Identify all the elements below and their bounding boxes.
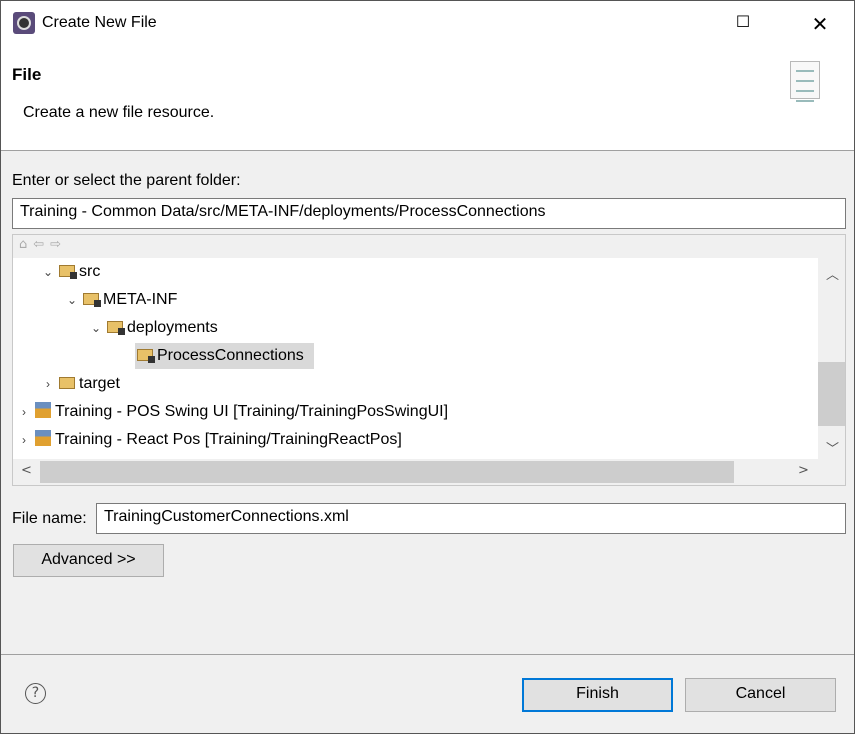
source-folder-icon: [59, 265, 77, 279]
chevron-right-icon[interactable]: ›: [15, 399, 33, 425]
eclipse-app-icon: [13, 12, 35, 34]
maven-project-icon: [35, 402, 51, 418]
folder-tree[interactable]: ⌂⇦⇨ ⌄ src ⌄ META-INF ⌄ deployments ProcessC…: [12, 234, 846, 486]
tree-item-pos-swing-ui[interactable]: › Training - POS Swing UI [Training/Train…: [15, 399, 448, 425]
folder-icon: [107, 321, 125, 335]
scroll-right-icon[interactable]: >: [798, 463, 809, 478]
tree-item-target[interactable]: › target: [39, 371, 120, 397]
parent-folder-input[interactable]: Training - Common Data/src/META-INF/depl…: [12, 198, 846, 229]
scroll-up-icon[interactable]: ︿: [826, 264, 839, 283]
help-icon[interactable]: ?: [25, 683, 46, 704]
home-icon[interactable]: ⌂: [19, 237, 33, 252]
tree-toolbar: ⌂⇦⇨: [13, 235, 845, 258]
tree-item-processconnections[interactable]: ProcessConnections: [135, 343, 314, 369]
horizontal-scrollbar[interactable]: < >: [13, 459, 845, 485]
file-wizard-icon: [790, 61, 820, 102]
advanced-button[interactable]: Advanced >>: [13, 544, 164, 577]
page-title: File: [12, 65, 42, 84]
vertical-scroll-thumb[interactable]: [818, 362, 845, 426]
divider: [1, 654, 854, 655]
close-button[interactable]: ✕: [805, 9, 835, 39]
back-icon[interactable]: ⇦: [33, 237, 50, 252]
vertical-scrollbar[interactable]: ︿ ﹀: [818, 258, 845, 459]
forward-icon[interactable]: ⇨: [50, 237, 67, 252]
file-name-input[interactable]: TrainingCustomerConnections.xml: [96, 503, 846, 534]
chevron-right-icon[interactable]: ›: [15, 427, 33, 453]
page-description: Create a new file resource.: [23, 104, 215, 121]
tree-item-src[interactable]: ⌄ src: [39, 259, 100, 285]
horizontal-scroll-thumb[interactable]: [40, 461, 734, 483]
folder-icon: [137, 349, 155, 363]
title-bar: Create New File ☐ ✕: [1, 1, 854, 47]
scroll-left-icon[interactable]: <: [21, 463, 32, 478]
window-title: Create New File: [42, 14, 157, 31]
maven-project-icon: [35, 430, 51, 446]
tree-item-meta-inf[interactable]: ⌄ META-INF: [63, 287, 177, 313]
dialog-window: Create New File ☐ ✕ File Create a new fi…: [0, 0, 855, 734]
parent-folder-label: Enter or select the parent folder:: [12, 172, 241, 189]
chevron-down-icon[interactable]: ⌄: [87, 315, 105, 341]
chevron-down-icon[interactable]: ⌄: [63, 287, 81, 313]
scroll-down-icon[interactable]: ﹀: [826, 438, 839, 457]
finish-button[interactable]: Finish: [522, 678, 673, 712]
folder-icon: [83, 293, 101, 307]
cancel-button[interactable]: Cancel: [685, 678, 836, 712]
chevron-down-icon[interactable]: ⌄: [39, 259, 57, 285]
wizard-header: File Create a new file resource.: [1, 47, 854, 151]
folder-icon: [59, 377, 75, 389]
tree-item-react-pos[interactable]: › Training - React Pos [Training/Training…: [15, 427, 402, 453]
tree-item-deployments[interactable]: ⌄ deployments: [87, 315, 218, 341]
file-name-label: File name:: [12, 510, 87, 527]
maximize-button[interactable]: ☐: [728, 7, 758, 37]
chevron-right-icon[interactable]: ›: [39, 371, 57, 397]
